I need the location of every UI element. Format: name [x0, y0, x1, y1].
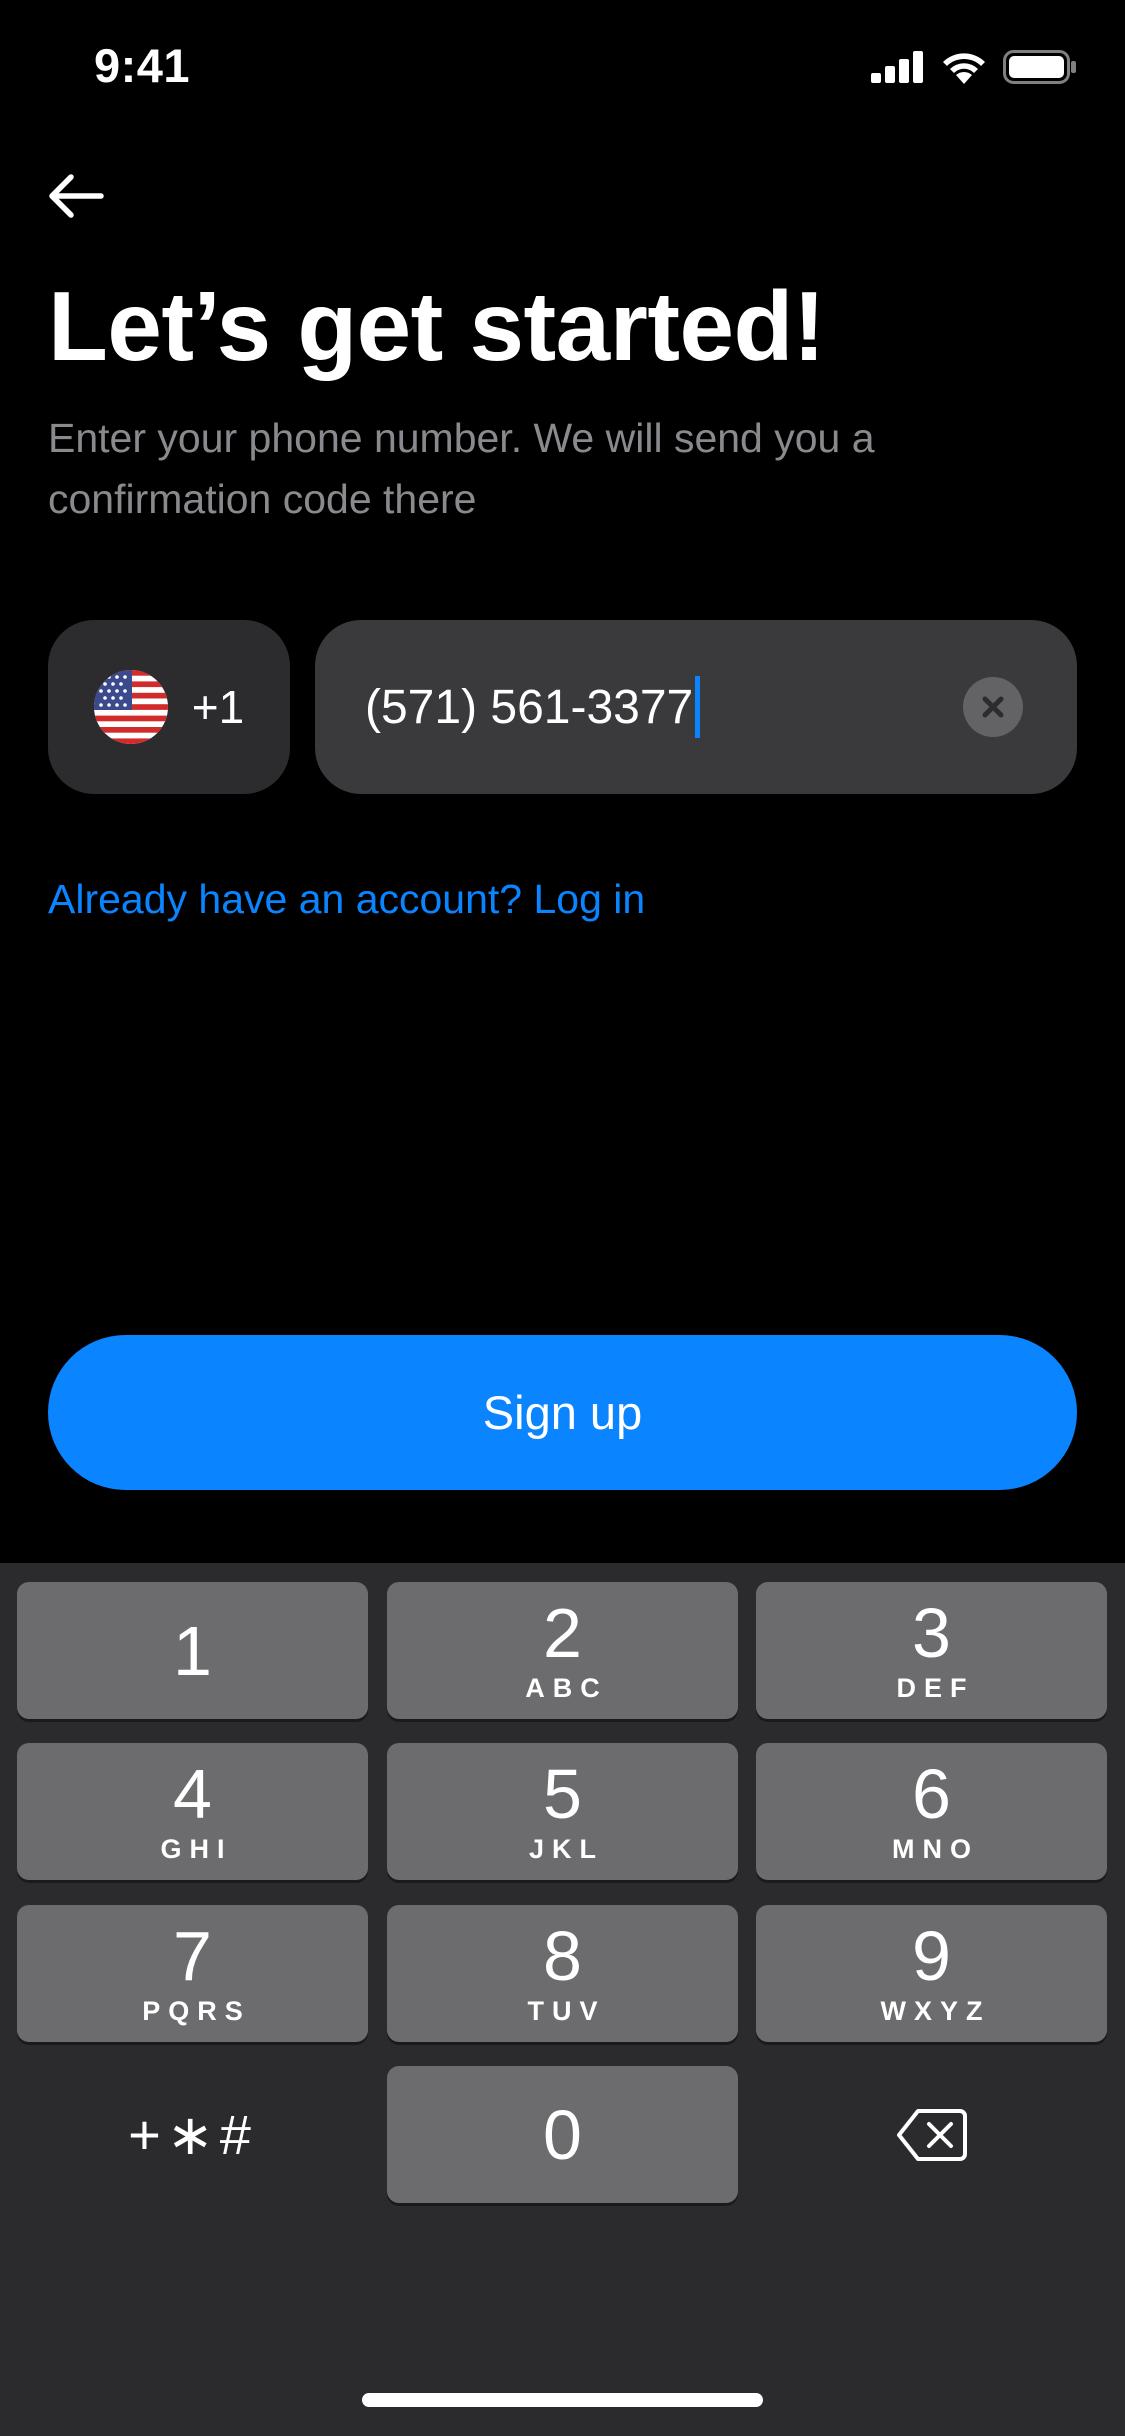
- key-digit: 8: [543, 1917, 582, 1995]
- key-6[interactable]: 6 MNO: [756, 1743, 1107, 1880]
- text-cursor: [695, 676, 701, 738]
- home-indicator: [362, 2393, 763, 2407]
- clear-icon: [982, 696, 1004, 718]
- key-digit: 7: [173, 1917, 212, 1995]
- phone-number-value: (571) 561-3377: [365, 680, 694, 734]
- back-button[interactable]: [40, 160, 112, 232]
- backspace-icon: [896, 2108, 967, 2161]
- key-1[interactable]: 1: [17, 1582, 368, 1719]
- status-time: 9:41: [94, 39, 191, 92]
- key-symbols[interactable]: +∗#: [17, 2066, 368, 2203]
- status-icons: [871, 50, 1077, 84]
- key-digit: 6: [912, 1755, 951, 1833]
- login-link[interactable]: Already have an account? Log in: [48, 876, 645, 923]
- key-letters: JKL: [528, 1834, 604, 1864]
- back-arrow-icon: [49, 174, 104, 218]
- page-subtitle: Enter your phone number. We will send yo…: [48, 415, 875, 522]
- key-7[interactable]: 7 PQRS: [17, 1905, 368, 2042]
- phone-number-value-wrap: (571) 561-3377: [365, 676, 701, 738]
- key-letters: WXYZ: [880, 1996, 991, 2026]
- signal-icon: [871, 51, 923, 83]
- key-digit: 5: [543, 1755, 582, 1833]
- key-0[interactable]: 0: [387, 2066, 738, 2203]
- key-4[interactable]: 4 GHI: [17, 1743, 368, 1880]
- key-3[interactable]: 3 DEF: [756, 1582, 1107, 1719]
- key-delete[interactable]: [756, 2066, 1107, 2203]
- key-digit: 4: [173, 1755, 212, 1833]
- key-5[interactable]: 5 JKL: [387, 1743, 738, 1880]
- us-flag-icon: [93, 670, 168, 744]
- symbols-label: +∗#: [128, 2102, 257, 2166]
- key-digit: 3: [912, 1594, 951, 1672]
- key-letters: TUV: [527, 1996, 606, 2026]
- country-code: +1: [191, 681, 245, 733]
- wifi-icon: [943, 53, 985, 84]
- key-digit: 2: [543, 1594, 582, 1672]
- page-title: Let’s get started!: [48, 271, 825, 381]
- key-letters: ABC: [525, 1673, 608, 1703]
- key-letters: MNO: [892, 1834, 979, 1864]
- key-2[interactable]: 2 ABC: [387, 1582, 738, 1719]
- key-9[interactable]: 9 WXYZ: [756, 1905, 1107, 2042]
- key-letters: PQRS: [142, 1996, 251, 2026]
- key-letters: DEF: [896, 1673, 975, 1703]
- key-8[interactable]: 8 TUV: [387, 1905, 738, 2042]
- key-digit: 0: [543, 2095, 582, 2174]
- key-letters: GHI: [160, 1834, 233, 1864]
- key-digit: 1: [173, 1611, 212, 1690]
- phone-number-input[interactable]: (571) 561-3377: [315, 620, 1077, 794]
- country-code-selector[interactable]: +1: [48, 620, 290, 794]
- battery-icon: [1003, 50, 1076, 84]
- key-digit: 9: [912, 1917, 951, 1995]
- signup-button[interactable]: Sign up: [48, 1335, 1077, 1490]
- status-bar: 9:41: [0, 0, 1125, 140]
- numeric-keyboard: 1 2 ABC 3 DEF 4 GHI 5 JKL 6 MNO 7 PQRS 8…: [0, 1563, 1125, 2436]
- clear-input-button[interactable]: [963, 677, 1023, 737]
